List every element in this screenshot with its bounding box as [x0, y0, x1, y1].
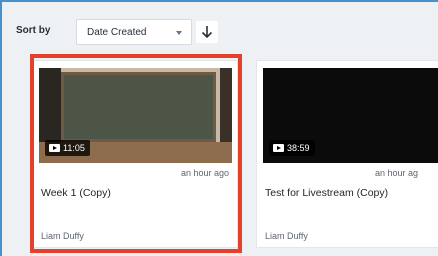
arrow-down-icon: [201, 26, 213, 39]
created-time: an hour ago: [180, 168, 229, 178]
video-title[interactable]: Week 1 (Copy): [41, 187, 111, 199]
video-thumbnail[interactable]: 11:05: [39, 68, 232, 163]
thumbnail-board: [61, 72, 216, 142]
video-play-icon: [49, 143, 60, 152]
video-author: Liam Duffy: [41, 231, 84, 241]
sort-by-label: Sort by: [16, 25, 51, 36]
duration-badge: 11:05: [45, 140, 90, 156]
sort-dropdown[interactable]: Date Created: [76, 19, 192, 45]
sort-toolbar: Sort by Date Created: [2, 2, 438, 48]
video-thumbnail[interactable]: 38:59: [263, 68, 438, 163]
duration-badge: 38:59: [269, 140, 315, 156]
sort-direction-button[interactable]: [196, 21, 218, 43]
video-play-icon: [273, 143, 284, 152]
created-time: an hour ag: [375, 168, 419, 178]
video-card[interactable]: 11:05 an hour ago Week 1 (Copy) Liam Duf…: [32, 60, 238, 248]
video-author: Liam Duffy: [265, 231, 308, 241]
duration-text: 38:59: [287, 143, 310, 153]
video-card[interactable]: 38:59 an hour ag Test for Livestream (Co…: [256, 60, 438, 248]
sort-dropdown-value: Date Created: [87, 27, 147, 38]
duration-text: 11:05: [63, 143, 85, 153]
video-title[interactable]: Test for Livestream (Copy): [265, 187, 388, 199]
chevron-down-icon: [176, 31, 182, 35]
video-library-panel: Sort by Date Created 11:05 an hour ago W…: [0, 0, 438, 256]
